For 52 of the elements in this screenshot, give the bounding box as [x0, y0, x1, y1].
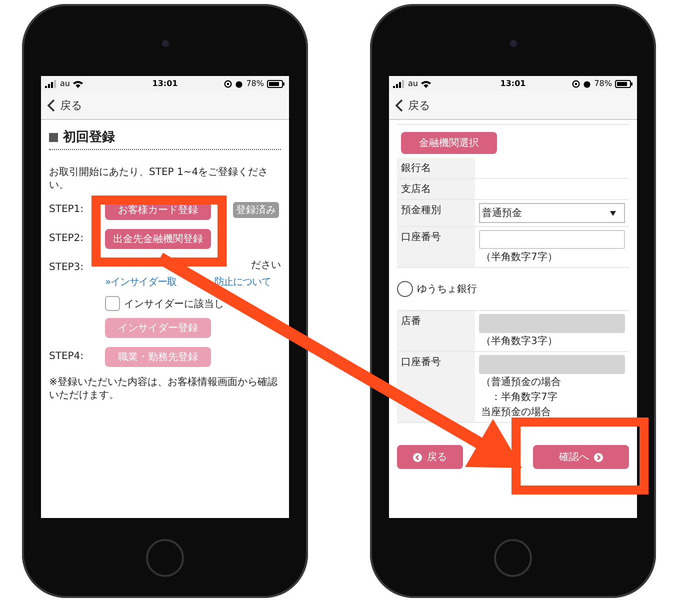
step-note: ださい	[251, 259, 281, 272]
back-link[interactable]: 戻る	[47, 98, 82, 112]
back-button[interactable]: 戻る	[397, 445, 463, 469]
step-label: STEP1:	[49, 203, 85, 217]
input-hint: （普通預金の場合	[480, 376, 562, 389]
step-label: STEP3:	[49, 261, 85, 275]
radio-label: ゆうちょ銀行	[417, 283, 477, 296]
square-icon	[49, 132, 58, 142]
back-chevron-icon	[395, 98, 403, 112]
field-label: 銀行名	[397, 158, 475, 178]
field-label: 店番	[397, 311, 475, 351]
home-button[interactable]	[146, 539, 184, 577]
left-chevron-icon	[413, 452, 422, 462]
field-label: 預金種別	[397, 200, 475, 226]
battery-icon	[267, 80, 285, 88]
home-button[interactable]	[494, 539, 532, 577]
back-link[interactable]: 戻る	[395, 98, 430, 112]
registered-badge: 登録済み	[233, 202, 279, 218]
field-label: 口座番号	[397, 227, 475, 267]
right-chevron-icon	[594, 452, 603, 462]
field-label: 支店名	[397, 179, 475, 199]
checkbox-label: インサイダーに該当し	[124, 298, 224, 310]
input-field[interactable]	[479, 230, 625, 249]
intro-text: お取引開始にあたり、STEP 1~4をご登録ください。	[49, 166, 270, 192]
input-hint: （半角数字3字）	[480, 334, 558, 348]
step-button[interactable]: 出金先金融機関登録	[105, 229, 211, 249]
camera-icon	[510, 40, 516, 46]
status-time: 13:01	[500, 79, 526, 88]
signal-icon	[45, 80, 57, 88]
radio-button[interactable]	[397, 281, 413, 297]
wifi-icon	[72, 80, 83, 88]
input-hint: ：半角数字7字	[490, 390, 558, 404]
input-hint: 当座預金の場合	[480, 406, 552, 419]
step-label: STEP4:	[49, 350, 85, 364]
input-hint: （半角数字7字）	[480, 250, 558, 264]
carrier-label: au	[60, 79, 70, 88]
battery-icon	[615, 80, 633, 88]
battery-percent: 78%	[594, 79, 612, 88]
signal-icon	[393, 80, 405, 88]
confirm-button[interactable]: 確認へ	[533, 445, 629, 469]
carrier-label: au	[408, 79, 418, 88]
camera-icon	[162, 40, 168, 46]
footnote: ※登録いただいた内容は、お客様情報画面から確認いただけます。	[49, 376, 278, 402]
dropdown-icon	[610, 210, 616, 216]
step-label: STEP2:	[49, 232, 85, 246]
bank-select-button[interactable]: 金融機関選択	[401, 132, 497, 154]
status-time: 13:01	[152, 79, 178, 88]
deposit-type-select[interactable]: 普通預金	[479, 203, 625, 223]
back-chevron-icon	[47, 98, 55, 112]
section-title: 初回登録	[63, 128, 115, 146]
battery-percent: 78%	[246, 79, 264, 88]
wifi-icon	[420, 80, 431, 88]
